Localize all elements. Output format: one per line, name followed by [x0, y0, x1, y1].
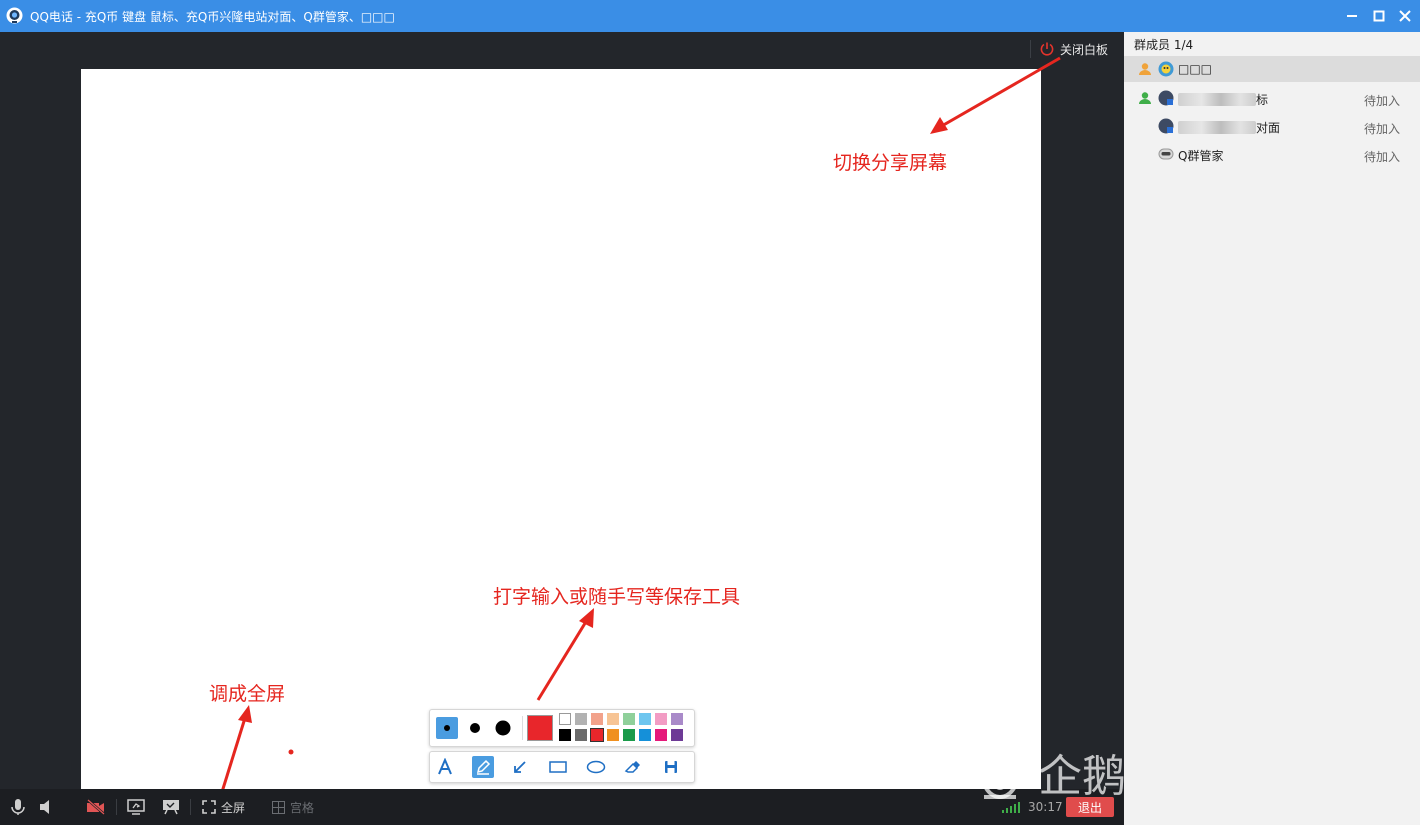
color-swatch[interactable] — [623, 713, 635, 725]
color-swatch[interactable] — [655, 729, 667, 741]
member-name: 标 — [1256, 93, 1269, 107]
pencil-icon[interactable] — [472, 756, 494, 778]
color-swatch[interactable] — [591, 713, 603, 725]
annotation-switch-share: 切换分享屏幕 — [833, 152, 948, 174]
member-name: 对面 — [1256, 121, 1281, 135]
microphone-button[interactable] — [10, 797, 26, 817]
member-status: 待加入 — [1364, 150, 1401, 164]
member-avatar — [1158, 90, 1174, 106]
close-whiteboard-button[interactable]: 关闭白板 — [1030, 40, 1108, 58]
whiteboard-color-toolbar — [429, 709, 695, 747]
whiteboard-tool-toolbar — [429, 751, 695, 783]
rectangle-icon[interactable] — [547, 756, 569, 778]
color-swatch[interactable] — [590, 728, 604, 742]
pen-size-small[interactable] — [436, 717, 458, 739]
member-sidebar: 群成员 1/4 □□□ 标 待加入 对面 待加入 Q群管家 待加入 — [1124, 32, 1420, 825]
whiteboard-button[interactable] — [162, 797, 180, 817]
power-icon — [1040, 42, 1054, 56]
color-swatch[interactable] — [623, 729, 635, 741]
color-swatch[interactable] — [639, 713, 651, 725]
arrow-icon[interactable] — [509, 756, 531, 778]
whiteboard-icon — [163, 800, 179, 815]
color-swatch[interactable] — [671, 729, 683, 741]
text-icon[interactable] — [434, 756, 456, 778]
toolbar-separator — [116, 799, 117, 815]
camera-off-button[interactable] — [86, 797, 106, 817]
toolbar-divider — [522, 716, 523, 740]
color-swatch[interactable] — [671, 713, 683, 725]
eraser-icon[interactable] — [622, 756, 644, 778]
annotation-fullscreen: 调成全屏 — [209, 683, 286, 705]
member-name: □□□ — [1178, 62, 1213, 76]
color-swatch[interactable] — [607, 713, 619, 725]
member-avatar — [1158, 118, 1174, 134]
member-status: 待加入 — [1364, 122, 1401, 136]
color-swatch[interactable] — [655, 713, 667, 725]
qq-call-app-icon — [6, 7, 23, 24]
color-swatch[interactable] — [607, 729, 619, 741]
signal-strength-icon — [1002, 802, 1020, 813]
title-bar: QQ电话 - 充Q币 键盘 鼠标、充Q币兴隆电站对面、Q群管家、□□□ — [0, 0, 1420, 32]
share-screen-button[interactable] — [127, 797, 145, 817]
selected-color-swatch[interactable] — [527, 715, 553, 741]
grid-icon — [272, 800, 285, 814]
user-green-icon — [1139, 92, 1151, 104]
minimize-icon[interactable] — [1342, 6, 1362, 26]
member-status: 待加入 — [1364, 94, 1401, 108]
color-swatch[interactable] — [639, 729, 651, 741]
member-name: Q群管家 — [1178, 149, 1224, 163]
save-icon[interactable] — [660, 756, 682, 778]
member-item[interactable]: Q群管家 待加入 — [1124, 141, 1420, 167]
annotation-tools: 打字输入或随手写等保存工具 — [493, 586, 741, 608]
toolbar-separator — [190, 799, 191, 815]
member-avatar — [1158, 61, 1174, 77]
ellipse-icon[interactable] — [585, 756, 607, 778]
penguin-logo-icon — [980, 747, 1020, 799]
fullscreen-button[interactable]: 全屏 — [202, 797, 245, 817]
window-title: QQ电话 - 充Q币 键盘 鼠标、充Q币兴隆电站对面、Q群管家、□□□ — [30, 10, 395, 24]
fullscreen-label: 全屏 — [221, 800, 246, 815]
fullscreen-icon — [202, 800, 216, 814]
color-swatch[interactable] — [575, 713, 587, 725]
color-swatch[interactable] — [575, 729, 587, 741]
pen-size-medium[interactable] — [464, 717, 486, 739]
user-orange-icon — [1139, 63, 1151, 75]
maximize-icon[interactable] — [1369, 6, 1389, 26]
blurred-name-mask — [1178, 121, 1256, 134]
member-item[interactable]: 对面 待加入 — [1124, 113, 1420, 139]
member-item[interactable]: □□□ — [1124, 56, 1420, 82]
microphone-icon — [11, 799, 25, 815]
close-whiteboard-label: 关闭白板 — [1060, 42, 1109, 57]
speaker-button[interactable] — [38, 797, 54, 817]
color-swatch[interactable] — [559, 729, 571, 741]
call-control-bar: 全屏 宫格 — [0, 789, 1124, 825]
member-count-title: 群成员 1/4 — [1134, 38, 1194, 52]
robot-avatar-icon — [1158, 148, 1174, 160]
speaker-icon — [40, 800, 49, 814]
camera-off-icon — [87, 799, 105, 815]
color-swatch[interactable] — [559, 713, 571, 725]
share-screen-icon — [127, 799, 145, 815]
grid-view-button[interactable]: 宫格 — [272, 797, 314, 817]
pen-size-large[interactable] — [492, 717, 514, 739]
blurred-name-mask — [1178, 93, 1256, 106]
grid-view-label: 宫格 — [290, 800, 315, 815]
member-item[interactable]: 标 待加入 — [1124, 85, 1420, 111]
close-icon[interactable] — [1395, 6, 1415, 26]
